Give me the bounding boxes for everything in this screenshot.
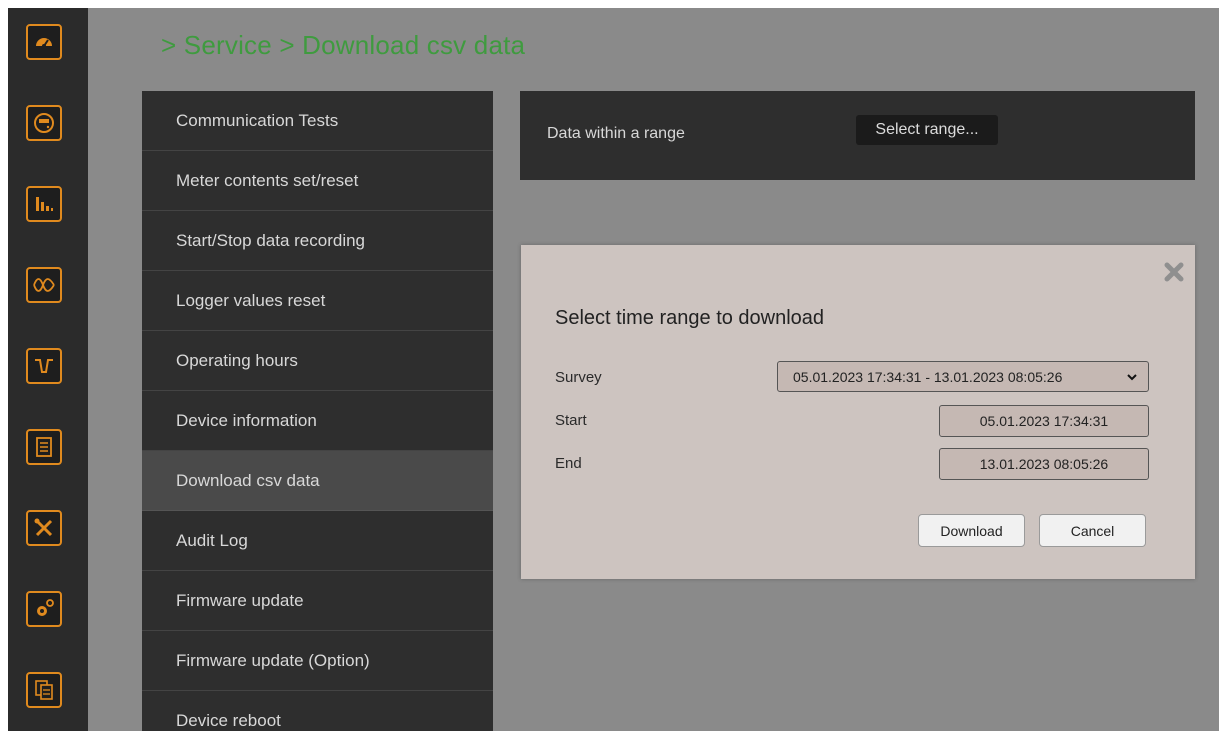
menu-item-firmware-update[interactable]: Firmware update [142, 571, 493, 631]
start-label: Start [555, 412, 587, 429]
start-field[interactable]: 05.01.2023 17:34:31 [939, 405, 1149, 437]
menu-item-start-stop-recording[interactable]: Start/Stop data recording [142, 211, 493, 271]
menu-item-audit-log[interactable]: Audit Log [142, 511, 493, 571]
icon-rail [8, 8, 88, 731]
menu-item-device-information[interactable]: Device information [142, 391, 493, 451]
waveform-icon[interactable] [26, 267, 62, 303]
menu-item-meter-contents[interactable]: Meter contents set/reset [142, 151, 493, 211]
range-label: Data within a range [547, 125, 685, 142]
gauge-icon[interactable] [26, 24, 62, 60]
menu-item-operating-hours[interactable]: Operating hours [142, 331, 493, 391]
download-range-dialog: Select time range to download Survey 05.… [521, 245, 1195, 579]
end-field[interactable]: 13.01.2023 08:05:26 [939, 448, 1149, 480]
menu-item-firmware-update-option[interactable]: Firmware update (Option) [142, 631, 493, 691]
survey-label: Survey [555, 369, 602, 386]
menu-item-communication-tests[interactable]: Communication Tests [142, 91, 493, 151]
tools-icon[interactable] [26, 510, 62, 546]
service-menu: Communication Tests Meter contents set/r… [142, 91, 493, 731]
select-range-button[interactable]: Select range... [856, 115, 998, 145]
end-label: End [555, 455, 582, 472]
menu-item-download-csv[interactable]: Download csv data [142, 451, 493, 511]
range-panel: Data within a range Select range... [520, 91, 1195, 180]
survey-select-value: 05.01.2023 17:34:31 - 13.01.2023 08:05:2… [793, 368, 1063, 385]
dip-signal-icon[interactable] [26, 348, 62, 384]
dialog-title: Select time range to download [555, 307, 825, 329]
download-button[interactable]: Download [918, 514, 1025, 547]
close-icon[interactable] [1163, 261, 1185, 283]
meter-icon[interactable] [26, 105, 62, 141]
menu-item-logger-reset[interactable]: Logger values reset [142, 271, 493, 331]
survey-select[interactable]: 05.01.2023 17:34:31 - 13.01.2023 08:05:2… [777, 361, 1149, 392]
app-window: > Service > Download csv data Communicat… [8, 8, 1219, 731]
bar-chart-icon[interactable] [26, 186, 62, 222]
breadcrumb: > Service > Download csv data [161, 30, 526, 60]
settings-gears-icon[interactable] [26, 591, 62, 627]
report-icon[interactable] [26, 429, 62, 465]
documents-icon[interactable] [26, 672, 62, 708]
cancel-button[interactable]: Cancel [1039, 514, 1146, 547]
chevron-down-icon [1127, 374, 1137, 381]
menu-item-device-reboot[interactable]: Device reboot [142, 691, 493, 731]
